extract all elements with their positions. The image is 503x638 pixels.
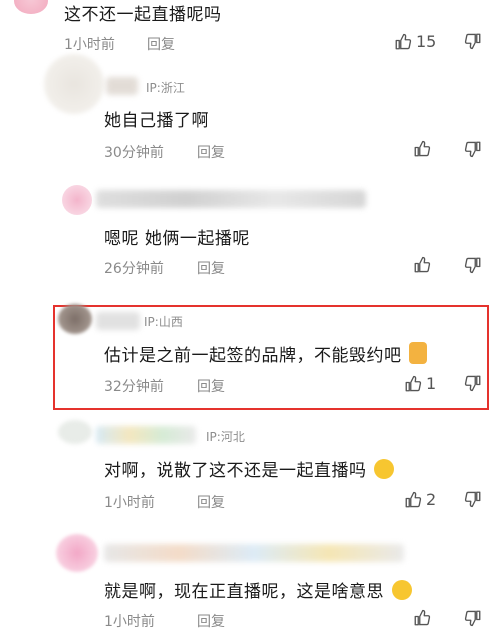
dislike-button[interactable]: [464, 32, 482, 54]
comment-text-content: 估计是之前一起签的品牌，不能毁约吧: [104, 346, 402, 366]
dislike-button[interactable]: [464, 490, 482, 512]
username-blurred[interactable]: [106, 77, 138, 95]
comment-time: 26分钟前: [104, 261, 164, 277]
reply-button[interactable]: 回复: [197, 142, 225, 162]
comment-text: 这不还一起直播呢吗: [64, 5, 222, 25]
thumbs-down-icon: [464, 140, 482, 158]
thumbs-down-icon: [464, 256, 482, 274]
comment-text-content: 对啊，说散了这不还是一起直播吗: [104, 461, 367, 481]
thumbs-down-icon: [464, 374, 482, 392]
like-count: 15: [416, 32, 437, 51]
ip-location: IP:河北: [206, 430, 245, 444]
like-button[interactable]: 1: [404, 374, 436, 393]
avatar[interactable]: [58, 420, 92, 444]
like-button[interactable]: 15: [394, 32, 436, 51]
reply-button[interactable]: 回复: [197, 492, 225, 512]
like-count: 1: [426, 374, 437, 393]
username-blurred[interactable]: [96, 312, 140, 330]
reply-button[interactable]: 回复: [197, 376, 225, 396]
like-button[interactable]: [413, 609, 431, 627]
comment-time: 30分钟前: [104, 145, 164, 161]
dislike-button[interactable]: [464, 609, 482, 631]
laugh-cry-emoji-icon: [374, 459, 395, 479]
username-blurred[interactable]: [96, 190, 366, 208]
dislike-button[interactable]: [464, 256, 482, 278]
like-button[interactable]: [413, 140, 431, 158]
ip-location: IP:浙江: [146, 81, 185, 95]
thumbs-down-icon: [464, 609, 482, 627]
thumbs-down-icon: [464, 490, 482, 508]
comment-text: 嗯呢 她俩一起播呢: [104, 229, 250, 249]
comment-text: 她自己播了啊: [104, 111, 209, 131]
dislike-button[interactable]: [464, 374, 482, 396]
ip-location: IP:山西: [144, 315, 183, 329]
comment-text: 就是啊，现在正直播呢，这是啥意思: [104, 577, 412, 602]
like-button[interactable]: [413, 256, 431, 274]
avatar[interactable]: [58, 304, 92, 334]
avatar[interactable]: [14, 0, 48, 14]
like-count: 2: [426, 490, 437, 509]
username-blurred[interactable]: [96, 426, 196, 444]
like-button[interactable]: 2: [404, 490, 436, 509]
thumbs-up-icon: [404, 375, 422, 393]
thumbs-up-icon: [413, 256, 431, 274]
laugh-cry-emoji-icon: [391, 580, 412, 600]
dislike-button[interactable]: [464, 140, 482, 162]
comment-text: 对啊，说散了这不还是一起直播吗: [104, 456, 395, 481]
thumbs-up-icon: [394, 33, 412, 51]
comment-text: 估计是之前一起签的品牌，不能毁约吧: [104, 341, 428, 366]
thumbs-up-icon: [413, 609, 431, 627]
cat-emoji-icon: [409, 342, 428, 364]
comment-time: 1小时前: [64, 37, 115, 53]
reply-button[interactable]: 回复: [197, 258, 225, 278]
comment-time: 32分钟前: [104, 379, 164, 395]
avatar[interactable]: [56, 534, 98, 572]
comment-time: 1小时前: [104, 614, 155, 630]
reply-button[interactable]: 回复: [147, 34, 175, 54]
comment-time: 1小时前: [104, 495, 155, 511]
comment-text-content: 就是啊，现在正直播呢，这是啥意思: [104, 582, 384, 602]
comment-item: 这不还一起直播呢吗 1小时前 回复 15: [0, 0, 503, 60]
reply-button[interactable]: 回复: [197, 611, 225, 631]
thumbs-up-icon: [404, 491, 422, 509]
thumbs-down-icon: [464, 32, 482, 50]
avatar[interactable]: [62, 185, 92, 215]
username-blurred[interactable]: [104, 544, 404, 562]
avatar[interactable]: [44, 54, 104, 114]
thumbs-up-icon: [413, 140, 431, 158]
